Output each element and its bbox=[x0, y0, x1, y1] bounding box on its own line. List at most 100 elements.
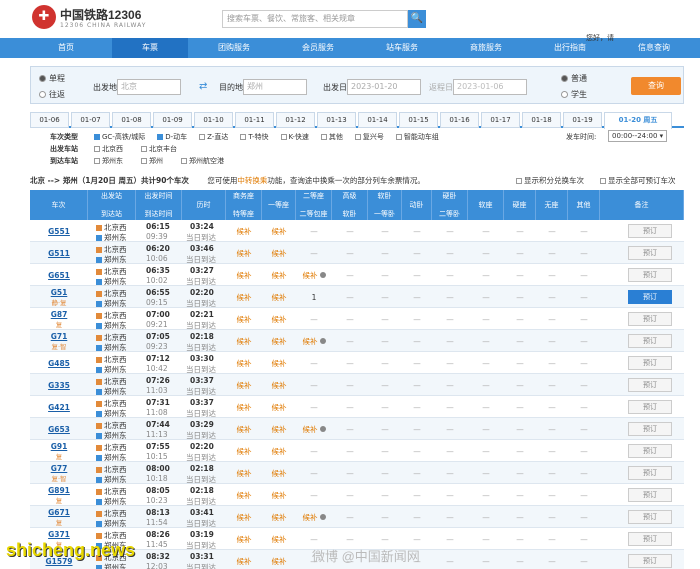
first-class-cell[interactable]: 候补 bbox=[262, 462, 296, 484]
book-button[interactable]: 预订 bbox=[628, 444, 672, 458]
book-button[interactable]: 预订 bbox=[628, 246, 672, 260]
to-station-option-2[interactable]: 郑州航空港 bbox=[181, 157, 224, 165]
business-seat-cell[interactable]: 候补 bbox=[226, 550, 262, 569]
business-seat-cell[interactable]: 候补 bbox=[226, 506, 262, 528]
railway-logo-icon[interactable]: ✚ bbox=[32, 5, 56, 29]
train-type-option-5[interactable]: 其他 bbox=[320, 133, 343, 141]
second-class-cell[interactable]: — bbox=[296, 242, 332, 264]
second-class-cell[interactable]: — bbox=[296, 352, 332, 374]
book-button[interactable]: 预订 bbox=[628, 290, 672, 304]
nav-item-7[interactable]: 信息查询 bbox=[616, 38, 692, 58]
trip-single-radio[interactable]: 单程 bbox=[39, 73, 65, 84]
first-class-cell[interactable]: 候补 bbox=[262, 528, 296, 550]
book-button[interactable]: 预订 bbox=[628, 532, 672, 546]
depart-time-select[interactable]: 00:00--24:00 ▾ bbox=[608, 130, 668, 142]
train-number-link[interactable]: G421 bbox=[48, 403, 70, 412]
second-class-cell[interactable]: 候补 bbox=[296, 264, 332, 286]
train-type-option-6[interactable]: 复兴号 bbox=[354, 133, 384, 141]
first-class-cell[interactable]: 候补 bbox=[262, 484, 296, 506]
book-button[interactable]: 预订 bbox=[628, 510, 672, 524]
date-tab-13[interactable]: 01-19 bbox=[563, 112, 602, 128]
train-number-link[interactable]: G91 bbox=[51, 442, 68, 451]
business-seat-cell[interactable]: 候补 bbox=[226, 308, 262, 330]
first-class-cell[interactable]: 候补 bbox=[262, 440, 296, 462]
first-class-cell[interactable]: 候补 bbox=[262, 550, 296, 569]
second-class-cell[interactable]: — bbox=[296, 220, 332, 242]
book-button[interactable]: 预订 bbox=[628, 268, 672, 282]
nav-item-5[interactable]: 商旅服务 bbox=[448, 38, 524, 58]
train-number-link[interactable]: G551 bbox=[48, 227, 70, 236]
train-number-link[interactable]: G671 bbox=[48, 508, 70, 517]
train-number-link[interactable]: G371 bbox=[48, 530, 70, 539]
date-tab-1[interactable]: 01-07 bbox=[71, 112, 110, 128]
query-button[interactable]: 查询 bbox=[631, 77, 681, 95]
train-number-link[interactable]: G891 bbox=[48, 486, 70, 495]
date-tab-12[interactable]: 01-18 bbox=[522, 112, 561, 128]
first-class-cell[interactable]: 候补 bbox=[262, 506, 296, 528]
first-class-cell[interactable]: 候补 bbox=[262, 242, 296, 264]
from-station-option-1[interactable]: 北京丰台 bbox=[141, 145, 177, 153]
second-class-cell[interactable]: 1 bbox=[296, 286, 332, 308]
train-number-link[interactable]: G87 bbox=[51, 310, 68, 319]
depart-date-input[interactable]: 2023-01-20 bbox=[347, 79, 421, 95]
book-button[interactable]: 预订 bbox=[628, 334, 672, 348]
nav-item-2[interactable]: 团购服务 bbox=[196, 38, 272, 58]
date-tab-9[interactable]: 01-15 bbox=[399, 112, 438, 128]
first-class-cell[interactable]: 候补 bbox=[262, 418, 296, 440]
first-class-cell[interactable]: 候补 bbox=[262, 308, 296, 330]
second-class-cell[interactable]: 候补 bbox=[296, 418, 332, 440]
ticket-normal-radio[interactable]: 普通 bbox=[561, 73, 587, 84]
transfer-link[interactable]: 中转换乘 bbox=[237, 176, 267, 185]
book-button[interactable]: 预订 bbox=[628, 378, 672, 392]
second-class-cell[interactable]: 候补 bbox=[296, 330, 332, 352]
date-tab-6[interactable]: 01-12 bbox=[276, 112, 315, 128]
nav-item-3[interactable]: 会员服务 bbox=[280, 38, 356, 58]
nav-item-0[interactable]: 首页 bbox=[28, 38, 104, 58]
second-class-cell[interactable]: — bbox=[296, 374, 332, 396]
business-seat-cell[interactable]: 候补 bbox=[226, 242, 262, 264]
second-class-cell[interactable]: 候补 bbox=[296, 506, 332, 528]
business-seat-cell[interactable]: 候补 bbox=[226, 264, 262, 286]
train-number-link[interactable]: G485 bbox=[48, 359, 70, 368]
first-class-cell[interactable]: 候补 bbox=[262, 352, 296, 374]
train-type-option-3[interactable]: T-特快 bbox=[240, 133, 269, 141]
business-seat-cell[interactable]: 候补 bbox=[226, 462, 262, 484]
train-type-option-4[interactable]: K-快速 bbox=[280, 133, 309, 141]
to-input[interactable]: 郑州 bbox=[243, 79, 307, 95]
nav-item-1[interactable]: 车票 bbox=[112, 38, 188, 58]
logo-title[interactable]: 中国铁路12306 bbox=[60, 6, 141, 23]
train-type-option-1[interactable]: D-动车 bbox=[157, 133, 187, 141]
second-class-cell[interactable]: — bbox=[296, 484, 332, 506]
business-seat-cell[interactable]: 候补 bbox=[226, 374, 262, 396]
business-seat-cell[interactable]: 候补 bbox=[226, 220, 262, 242]
train-number-link[interactable]: G51 bbox=[51, 288, 68, 297]
date-tab-5[interactable]: 01-11 bbox=[235, 112, 274, 128]
train-number-link[interactable]: G71 bbox=[51, 332, 68, 341]
business-seat-cell[interactable]: 候补 bbox=[226, 440, 262, 462]
show-all-option[interactable]: 显示全部可预订车次 bbox=[600, 174, 676, 188]
date-tab-7[interactable]: 01-13 bbox=[317, 112, 356, 128]
book-button[interactable]: 预订 bbox=[628, 488, 672, 502]
first-class-cell[interactable]: 候补 bbox=[262, 330, 296, 352]
ticket-student-radio[interactable]: 学生 bbox=[561, 89, 587, 100]
date-tab-4[interactable]: 01-10 bbox=[194, 112, 233, 128]
business-seat-cell[interactable]: 候补 bbox=[226, 484, 262, 506]
book-button[interactable]: 预订 bbox=[628, 224, 672, 238]
book-button[interactable]: 预订 bbox=[628, 422, 672, 436]
train-number-link[interactable]: G77 bbox=[51, 464, 68, 473]
train-number-link[interactable]: G335 bbox=[48, 381, 70, 390]
second-class-cell[interactable]: — bbox=[296, 440, 332, 462]
date-tab-14[interactable]: 01-20 周五 bbox=[604, 112, 672, 129]
business-seat-cell[interactable]: 候补 bbox=[226, 418, 262, 440]
nav-item-4[interactable]: 站车服务 bbox=[364, 38, 440, 58]
from-station-option-0[interactable]: 北京西 bbox=[94, 145, 123, 153]
train-type-option-0[interactable]: GC-高铁/城际 bbox=[94, 133, 145, 141]
search-input[interactable]: 搜索车票、餐饮、常旅客、相关规章 bbox=[222, 10, 408, 28]
trip-round-radio[interactable]: 往返 bbox=[39, 89, 65, 100]
business-seat-cell[interactable]: 候补 bbox=[226, 330, 262, 352]
date-tab-10[interactable]: 01-16 bbox=[440, 112, 479, 128]
return-date-input[interactable]: 2023-01-06 bbox=[453, 79, 527, 95]
train-number-link[interactable]: G511 bbox=[48, 249, 70, 258]
search-icon[interactable]: 🔍 bbox=[408, 10, 426, 28]
from-input[interactable]: 北京 bbox=[117, 79, 181, 95]
